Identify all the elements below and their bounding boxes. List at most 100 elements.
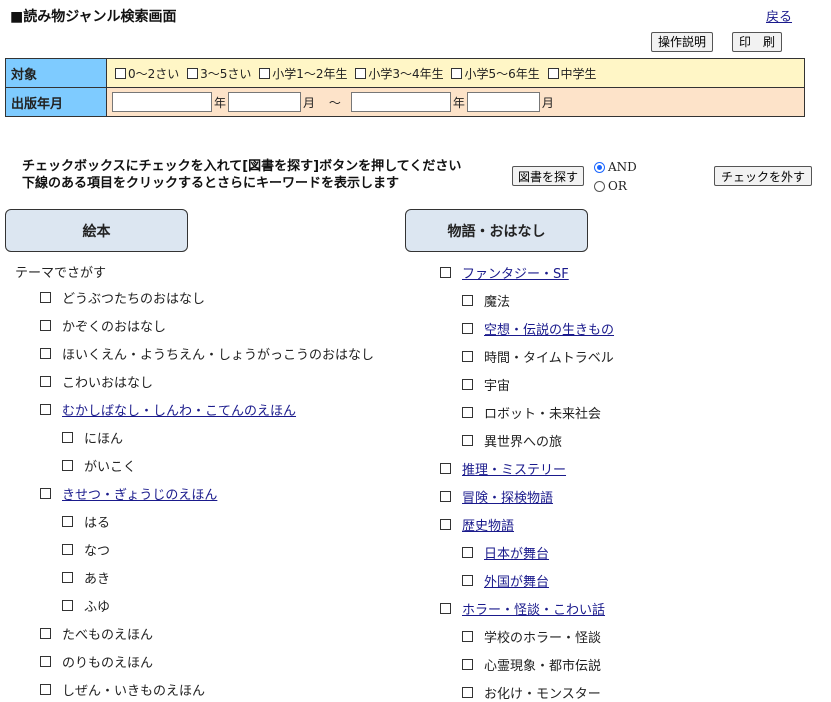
checkbox[interactable] <box>462 378 473 390</box>
checkbox[interactable] <box>547 67 559 79</box>
list-item[interactable]: にほん <box>62 428 123 447</box>
checkbox[interactable] <box>40 683 51 695</box>
help-button[interactable]: 操作説明 <box>651 32 714 52</box>
checkbox[interactable] <box>462 294 473 306</box>
list-item[interactable]: 日本が舞台 <box>462 543 549 562</box>
checkbox[interactable] <box>440 490 451 502</box>
list-item[interactable]: 空想・伝説の生きもの <box>462 319 614 338</box>
checkbox[interactable] <box>440 518 451 530</box>
list-item[interactable]: 時間・タイムトラベル <box>462 347 614 366</box>
item-link[interactable]: 冒険・探検物語 <box>462 487 553 506</box>
checkbox[interactable] <box>440 462 451 474</box>
item-link[interactable]: 外国が舞台 <box>484 571 549 590</box>
list-item[interactable]: ファンタジー・SF <box>440 263 569 282</box>
checkbox[interactable] <box>440 266 451 278</box>
item-label: どうぶつたちのおはなし <box>62 291 206 307</box>
target-label: 対象 <box>5 58 107 88</box>
list-item[interactable]: こわいおはなし <box>40 372 153 391</box>
list-item[interactable]: はる <box>62 512 110 531</box>
list-item[interactable]: 冒険・探検物語 <box>440 487 553 506</box>
list-item[interactable]: きせつ・ぎょうじのえほん <box>40 484 217 503</box>
item-link[interactable]: きせつ・ぎょうじのえほん <box>62 484 217 503</box>
list-item[interactable]: どうぶつたちのおはなし <box>40 288 206 307</box>
list-item[interactable]: 外国が舞台 <box>462 571 549 590</box>
list-item[interactable]: お化け・モンスター <box>462 683 601 702</box>
checkbox[interactable] <box>259 67 271 79</box>
list-item[interactable]: ほいくえん・ようちえん・しょうがっこうのおはなし <box>40 344 374 363</box>
list-item[interactable]: 推理・ミステリー <box>440 459 566 478</box>
list-item[interactable]: のりものえほん <box>40 652 153 671</box>
checkbox[interactable] <box>451 67 463 79</box>
checkbox[interactable] <box>462 546 473 558</box>
checkbox[interactable] <box>40 319 51 331</box>
radio-and[interactable] <box>594 162 605 173</box>
item-link[interactable]: むかしばなし・しんわ・こてんのえほん <box>62 400 296 419</box>
checkbox[interactable] <box>40 347 51 359</box>
list-item[interactable]: ロボット・未来社会 <box>462 403 601 422</box>
from-year-input[interactable] <box>112 92 212 112</box>
checkbox[interactable] <box>62 515 73 527</box>
checkbox[interactable] <box>462 434 473 446</box>
checkbox[interactable] <box>40 627 51 639</box>
checkbox[interactable] <box>462 574 473 586</box>
target-option[interactable]: 小学5～6年生 <box>451 65 540 82</box>
list-item[interactable]: ホラー・怪談・こわい話 <box>440 599 605 618</box>
item-link[interactable]: ホラー・怪談・こわい話 <box>462 599 605 618</box>
checkbox[interactable] <box>440 602 451 614</box>
list-item[interactable]: 学校のホラー・怪談 <box>462 627 601 646</box>
search-books-button[interactable]: 図書を探す <box>512 166 585 186</box>
or-option[interactable]: OR <box>594 177 637 196</box>
list-item[interactable]: たべものえほん <box>40 624 153 643</box>
checkbox[interactable] <box>115 67 126 79</box>
list-item[interactable]: しぜん・いきものえほん <box>40 680 205 699</box>
target-option[interactable]: 0～2さい <box>115 65 179 82</box>
clear-checks-button[interactable]: チェックを外す <box>714 166 813 186</box>
list-item[interactable]: 魔法 <box>462 291 510 310</box>
checkbox[interactable] <box>462 406 473 418</box>
print-button[interactable]: 印 刷 <box>732 32 783 52</box>
list-item[interactable]: あき <box>62 568 110 587</box>
checkbox[interactable] <box>62 431 73 443</box>
checkbox[interactable] <box>462 630 473 642</box>
checkbox[interactable] <box>40 291 51 303</box>
checkbox[interactable] <box>187 67 199 79</box>
target-option[interactable]: 小学3～4年生 <box>355 65 444 82</box>
and-option[interactable]: AND <box>594 158 637 177</box>
item-link[interactable]: 歴史物語 <box>462 515 514 534</box>
checkbox[interactable] <box>40 403 51 415</box>
checkbox[interactable] <box>62 599 73 611</box>
checkbox[interactable] <box>40 655 51 667</box>
checkbox[interactable] <box>462 658 473 670</box>
from-month-input[interactable] <box>228 92 302 112</box>
target-option[interactable]: 3～5さい <box>187 65 251 82</box>
item-link[interactable]: 日本が舞台 <box>484 543 549 562</box>
list-item[interactable]: 心霊現象・都市伝説 <box>462 655 601 674</box>
list-item[interactable]: 異世界への旅 <box>462 431 562 450</box>
list-item[interactable]: かぞくのおはなし <box>40 316 166 335</box>
target-option[interactable]: 小学1～2年生 <box>259 65 348 82</box>
to-month-input[interactable] <box>466 92 540 112</box>
to-year-input[interactable] <box>350 92 451 112</box>
list-item[interactable]: ふゆ <box>62 596 110 615</box>
list-item[interactable]: むかしばなし・しんわ・こてんのえほん <box>40 400 296 419</box>
instruction-line: チェックボックスにチェックを入れて[図書を探す]ボタンを押してください <box>22 159 462 174</box>
checkbox[interactable] <box>40 375 51 387</box>
list-item[interactable]: なつ <box>62 540 110 559</box>
checkbox[interactable] <box>62 571 73 583</box>
checkbox[interactable] <box>62 459 73 471</box>
radio-or[interactable] <box>594 181 605 192</box>
list-item[interactable]: がいこく <box>62 456 136 475</box>
target-option[interactable]: 中学生 <box>547 65 597 82</box>
list-item[interactable]: 宇宙 <box>462 375 510 394</box>
checkbox[interactable] <box>355 67 367 79</box>
item-link[interactable]: 空想・伝説の生きもの <box>484 319 614 338</box>
item-link[interactable]: ファンタジー・SF <box>462 263 569 282</box>
checkbox[interactable] <box>462 322 473 334</box>
back-link[interactable]: 戻る <box>766 6 792 25</box>
checkbox[interactable] <box>462 350 473 362</box>
checkbox[interactable] <box>62 543 73 555</box>
item-link[interactable]: 推理・ミステリー <box>462 459 566 478</box>
checkbox[interactable] <box>40 487 51 499</box>
checkbox[interactable] <box>462 686 473 698</box>
list-item[interactable]: 歴史物語 <box>440 515 514 534</box>
